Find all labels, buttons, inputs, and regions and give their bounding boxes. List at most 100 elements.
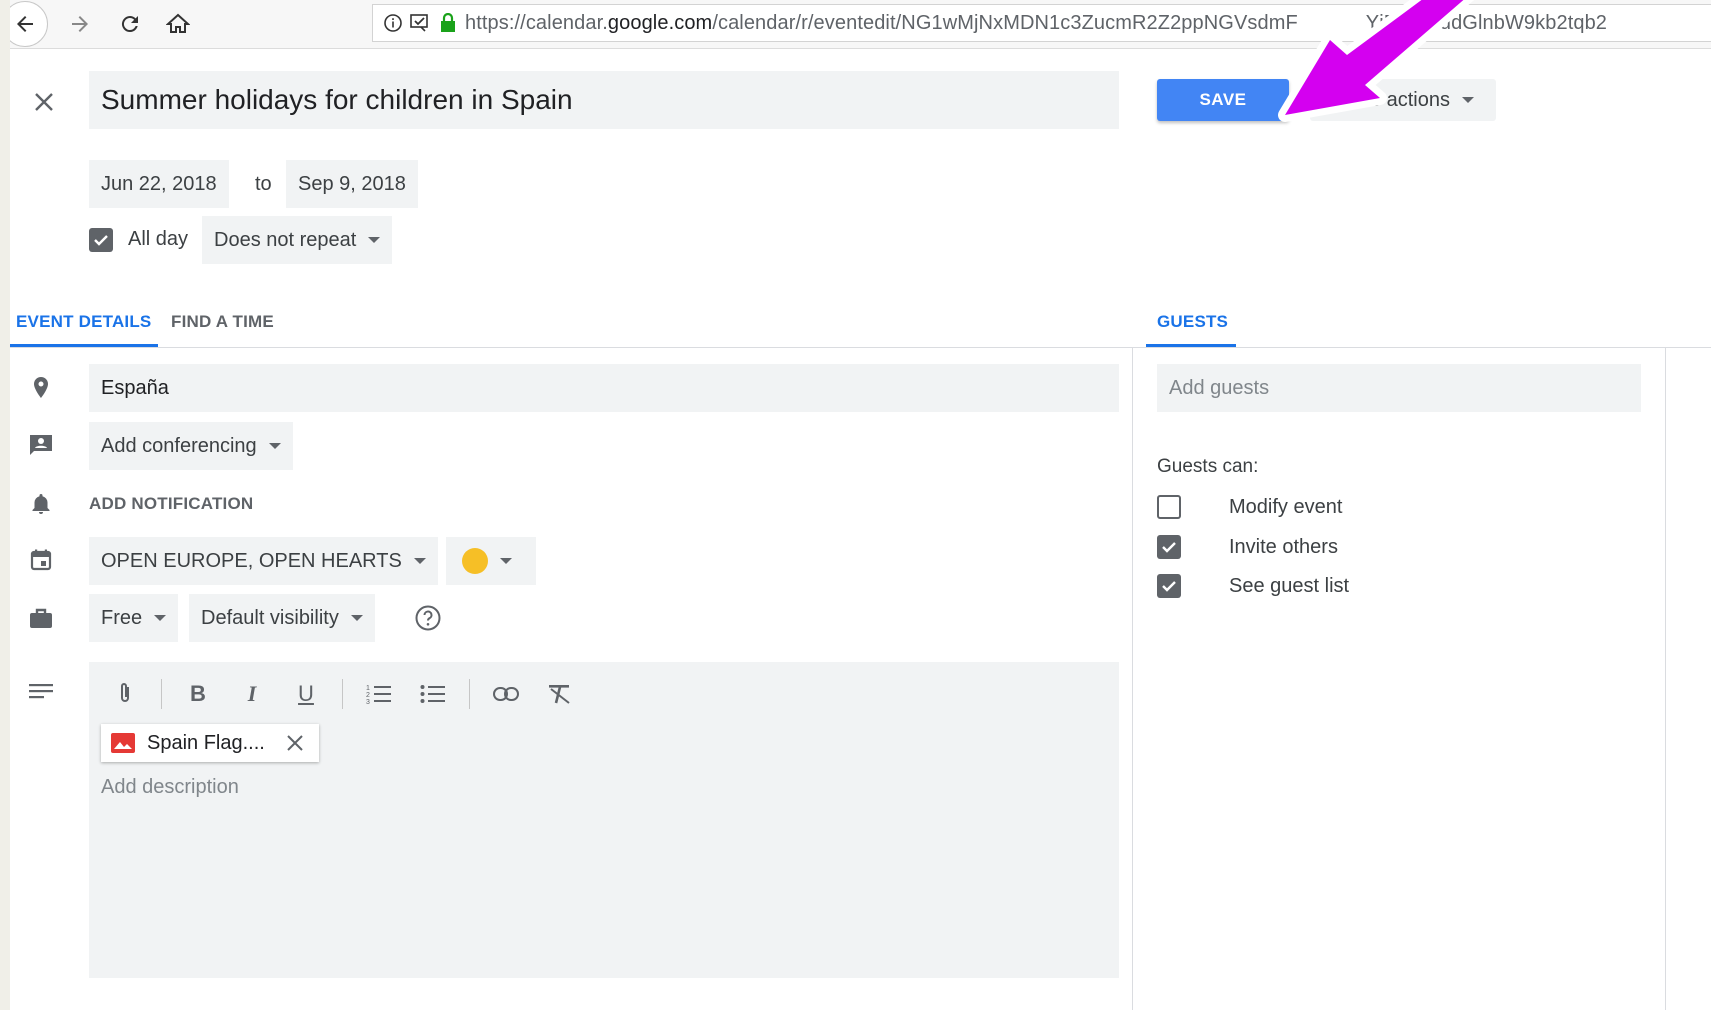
bulleted-list-button[interactable] [415, 676, 451, 712]
conferencing-icon [26, 430, 56, 460]
visibility-dropdown[interactable]: Default visibility [189, 594, 375, 642]
availability-value: Free [101, 606, 143, 629]
chevron-down-icon [1462, 97, 1474, 103]
add-conferencing-dropdown[interactable]: Add conferencing [89, 422, 293, 470]
remove-attachment-icon[interactable] [285, 733, 305, 753]
close-button[interactable] [26, 84, 62, 120]
calendar-event-edit-page: https://calendar.google.com/calendar/r/e… [10, 0, 1711, 1010]
panel-divider [1132, 348, 1133, 1010]
description-editor[interactable]: B I U 123 Spain Flag.... Add description [89, 662, 1119, 978]
chevron-down-icon [500, 558, 512, 564]
add-guests-input[interactable]: Add guests [1157, 364, 1641, 412]
insert-link-button[interactable] [488, 676, 524, 712]
start-date-field[interactable]: Jun 22, 2018 [89, 160, 229, 208]
availability-dropdown[interactable]: Free [89, 594, 179, 642]
bold-icon: B [190, 681, 206, 706]
check-icon [1162, 581, 1176, 592]
url-domain: google.com [607, 11, 713, 34]
chevron-down-icon [350, 615, 363, 621]
check-icon [1162, 542, 1176, 553]
bold-button[interactable]: B [180, 676, 216, 712]
event-color-swatch [462, 548, 488, 574]
link-icon [493, 687, 519, 701]
underline-icon: U [298, 681, 314, 706]
add-notification-button[interactable]: ADD NOTIFICATION [89, 494, 253, 514]
event-color-dropdown[interactable] [446, 537, 536, 585]
chevron-down-icon [413, 558, 426, 564]
location-pin-icon [26, 373, 56, 403]
forward-button[interactable] [62, 6, 98, 42]
invite-others-checkbox[interactable] [1157, 535, 1181, 559]
toolbar-separator [342, 679, 343, 709]
check-icon [94, 235, 108, 246]
invite-others-label: Invite others [1229, 536, 1338, 558]
info-icon[interactable] [383, 13, 403, 33]
permissions-icon[interactable] [409, 13, 433, 33]
more-actions-label: re actions [1363, 88, 1450, 111]
visibility-value: Default visibility [201, 606, 339, 629]
numbered-list-button[interactable]: 123 [361, 676, 397, 712]
right-edge-divider [1665, 348, 1666, 1010]
home-icon [166, 13, 190, 33]
reload-icon [121, 16, 138, 33]
tabs-divider [10, 347, 1711, 348]
attachment-chip[interactable]: Spain Flag.... [101, 724, 319, 762]
underline-button[interactable]: U [288, 676, 324, 712]
location-input[interactable]: España [89, 364, 1119, 412]
clear-formatting-icon [549, 685, 570, 704]
modify-event-label: Modify event [1229, 496, 1343, 518]
help-icon[interactable] [414, 604, 442, 632]
end-date-field[interactable]: Sep 9, 2018 [286, 160, 418, 208]
calendar-icon [26, 545, 56, 575]
conferencing-label: Add conferencing [101, 434, 257, 457]
all-day-checkbox[interactable] [89, 228, 113, 252]
all-day-label: All day [128, 228, 189, 250]
arrow-right-icon [72, 16, 88, 32]
bulleted-list-icon [420, 685, 445, 703]
attach-button[interactable] [107, 676, 143, 712]
event-title-input[interactable]: Summer holidays for children in Spain [89, 71, 1119, 129]
tab-find-a-time[interactable]: FIND A TIME [171, 312, 274, 332]
date-range-separator: to [255, 173, 272, 195]
svg-text:1: 1 [366, 685, 370, 692]
formatting-toolbar: B I U 123 [107, 676, 596, 712]
guests-can-label: Guests can: [1157, 456, 1259, 477]
address-bar[interactable]: https://calendar.google.com/calendar/r/e… [372, 4, 1711, 42]
url-text: https://calendar.google.com/calendar/r/e… [465, 12, 1607, 35]
numbered-list-icon: 123 [366, 685, 391, 705]
toolbar-separator [161, 679, 162, 709]
paperclip-icon [121, 683, 129, 702]
url-prefix: https://calendar. [465, 11, 608, 34]
tab-guests[interactable]: GUESTS [1157, 312, 1228, 332]
italic-icon: I [247, 681, 257, 706]
description-placeholder[interactable]: Add description [101, 776, 239, 799]
clear-formatting-button[interactable] [542, 676, 578, 712]
url-path: /calendar/r/eventedit/NG1wMjNxMDN1c3Zucm… [712, 11, 1298, 34]
more-actions-button[interactable]: re actions [1310, 79, 1496, 121]
svg-text:2: 2 [366, 692, 370, 699]
repeat-dropdown[interactable]: Does not repeat [202, 216, 393, 264]
image-file-icon [111, 733, 135, 753]
calendar-select-dropdown[interactable]: OPEN EUROPE, OPEN HEARTS [89, 537, 438, 585]
save-button[interactable]: SAVE [1157, 79, 1289, 121]
close-icon [35, 93, 53, 111]
svg-text:3: 3 [366, 699, 370, 705]
reload-button[interactable] [112, 6, 148, 42]
toolbar-separator [469, 679, 470, 709]
lock-icon[interactable] [439, 13, 457, 33]
see-guest-list-label: See guest list [1229, 575, 1350, 597]
chevron-down-icon [268, 443, 281, 449]
briefcase-icon [26, 603, 56, 633]
description-icon [26, 676, 56, 706]
chevron-down-icon [154, 615, 167, 621]
arrow-left-icon [17, 16, 33, 32]
modify-event-checkbox[interactable] [1157, 495, 1181, 519]
calendar-name: OPEN EUROPE, OPEN HEARTS [101, 549, 402, 572]
home-button[interactable] [160, 6, 196, 42]
see-guest-list-checkbox[interactable] [1157, 574, 1181, 598]
italic-button[interactable]: I [234, 676, 270, 712]
back-button[interactable] [10, 1, 48, 47]
chevron-down-icon [368, 237, 381, 243]
tab-event-details[interactable]: EVENT DETAILS [16, 312, 151, 332]
repeat-value: Does not repeat [214, 228, 357, 251]
